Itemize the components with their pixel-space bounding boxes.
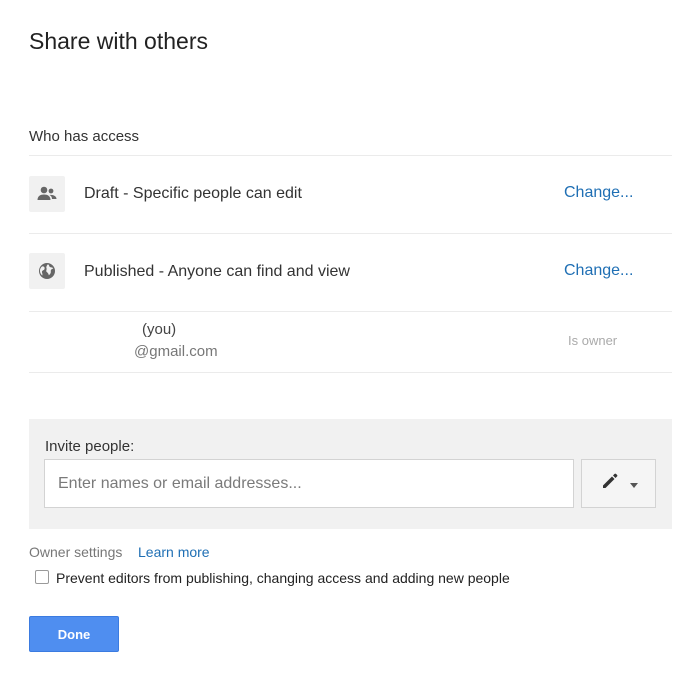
divider: [29, 311, 672, 312]
dialog-title: Share with others: [29, 28, 208, 54]
pencil-icon: [600, 471, 620, 496]
draft-access-label: Draft - Specific people can edit: [84, 185, 302, 202]
owner-name: (you): [142, 321, 177, 338]
permission-dropdown-button[interactable]: [581, 459, 656, 508]
learn-more-link[interactable]: Learn more: [138, 544, 210, 560]
caret-down-icon: [629, 475, 638, 493]
published-access-label: Published - Anyone can find and view: [84, 263, 350, 280]
invite-input[interactable]: [44, 459, 574, 508]
access-row-published: Published - Anyone can find and view Cha…: [29, 234, 672, 312]
published-change-link[interactable]: Change...: [564, 262, 633, 280]
globe-icon: [29, 253, 65, 289]
owner-role-label: Is owner: [568, 333, 618, 348]
prevent-editors-label[interactable]: Prevent editors from publishing, changin…: [56, 570, 510, 586]
owner-email: @gmail.com: [134, 343, 218, 360]
draft-change-link[interactable]: Change...: [564, 184, 633, 202]
invite-panel: Invite people:: [29, 419, 672, 529]
access-row-draft: Draft - Specific people can edit Change.…: [29, 156, 672, 234]
done-button[interactable]: Done: [29, 616, 119, 652]
prevent-editors-checkbox[interactable]: [35, 570, 49, 584]
owner-settings-label: Owner settings: [29, 544, 123, 560]
people-icon: [29, 176, 65, 212]
invite-label: Invite people:: [45, 438, 135, 455]
access-section-label: Who has access: [29, 128, 140, 145]
divider: [29, 372, 672, 373]
